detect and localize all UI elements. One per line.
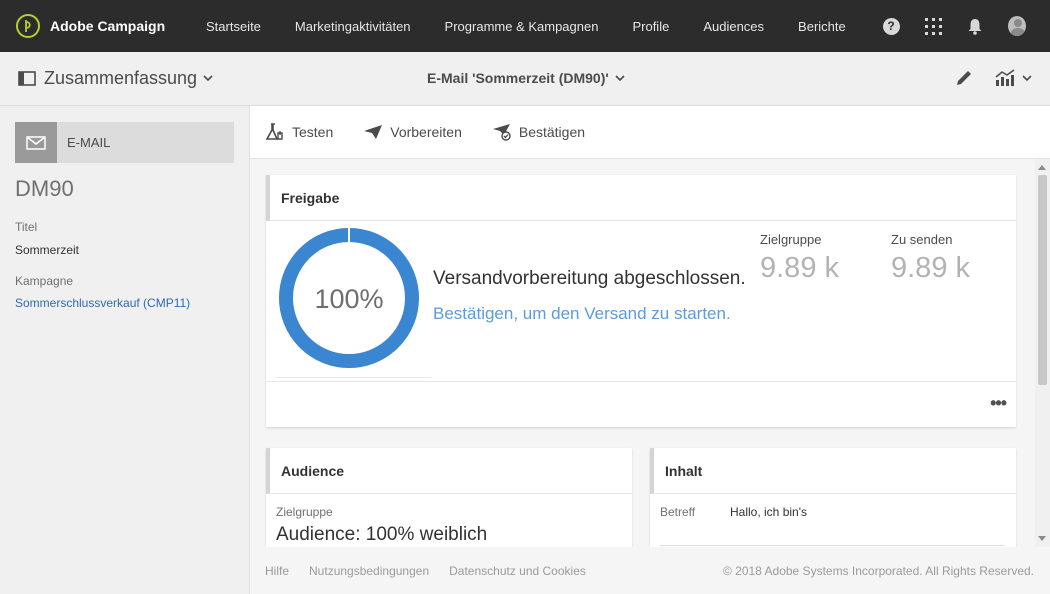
content-card: Inhalt Betreff Hallo, ich bin's — [650, 448, 1016, 547]
test-label: Testen — [292, 124, 334, 140]
send-confirm-icon — [492, 124, 511, 141]
main-menu: Startseite Marketingaktivitäten Programm… — [206, 19, 880, 34]
audience-card: Audience Zielgruppe Audience: 100% weibl… — [266, 448, 632, 547]
content-header: Inhalt — [650, 448, 1016, 494]
footer-terms-link[interactable]: Nutzungsbedingungen — [309, 564, 429, 578]
progress-donut: 100% — [279, 228, 419, 368]
chevron-down-icon — [615, 74, 625, 81]
bell-icon — [968, 18, 982, 35]
envelope-icon — [15, 122, 57, 163]
edit-pencil-icon[interactable] — [954, 68, 974, 88]
channel-label: E-MAIL — [67, 135, 111, 150]
target-label: Zielgruppe — [760, 232, 822, 247]
nav-item-profiles[interactable]: Profile — [632, 19, 669, 34]
scroll-up-arrow-icon[interactable] — [1038, 165, 1046, 170]
copyright-text: © 2018 Adobe Systems Incorporated. All R… — [722, 563, 1034, 578]
summary-label: Zusammenfassung — [44, 68, 198, 88]
nav-item-startseite[interactable]: Startseite — [206, 19, 261, 34]
campaign-label: Kampagne — [15, 274, 74, 288]
grid-icon — [924, 17, 942, 35]
app-logo[interactable]: Adobe Campaign — [16, 14, 206, 38]
nav-item-audiences[interactable]: Audiences — [703, 19, 764, 34]
chevron-down-icon — [1022, 74, 1032, 81]
help-icon: ? — [882, 17, 900, 35]
chevron-down-icon — [203, 75, 213, 82]
subject-label: Betreff — [660, 505, 696, 519]
status-text: Versandvorbereitung abgeschlossen. — [433, 268, 746, 289]
left-summary-panel: E-MAIL DM90 Titel Sommerzeit Kampagne So… — [0, 106, 250, 594]
subject-value: Hallo, ich bin's — [730, 505, 807, 519]
sub-header: Zusammenfassung E-Mail 'Sommerzeit (DM90… — [0, 52, 1050, 106]
user-profile-button[interactable] — [1008, 16, 1026, 36]
progress-percent: 100% — [314, 284, 383, 314]
summary-dropdown[interactable]: Zusammenfassung — [18, 68, 213, 89]
action-toolbar: Testen Vorbereiten Bestätigen — [250, 106, 1050, 159]
channel-badge: E-MAIL — [15, 122, 234, 163]
to-send-value: 9.89 k — [891, 252, 970, 284]
content-divider — [660, 545, 1005, 546]
app-switcher-button[interactable] — [924, 17, 942, 35]
nav-item-marketing-activities[interactable]: Marketingaktivitäten — [295, 19, 411, 34]
footer-help-link[interactable]: Hilfe — [265, 564, 289, 578]
top-navigation: Adobe Campaign Startseite Marketingaktiv… — [0, 0, 1050, 52]
footer-privacy-link[interactable]: Datenschutz und Cookies — [449, 564, 586, 578]
email-title-dropdown[interactable]: E-Mail 'Sommerzeit (DM90)' — [427, 70, 625, 86]
paper-plane-icon — [364, 125, 383, 139]
more-options-icon[interactable]: ••• — [990, 393, 1007, 414]
top-right-icons: ? — [882, 0, 1026, 52]
campaign-link[interactable]: Sommerschlussverkauf (CMP11) — [15, 296, 190, 310]
chart-icon — [995, 69, 1015, 86]
title-label: Titel — [15, 220, 38, 234]
donut-underline — [276, 377, 431, 378]
panel-icon — [18, 71, 36, 86]
card-divider — [266, 381, 1016, 382]
help-button[interactable]: ? — [882, 17, 900, 35]
approval-card: Freigabe 100% Versandvorbereitung abgesc… — [266, 175, 1016, 427]
test-button[interactable]: Testen — [265, 122, 333, 142]
to-send-label: Zu senden — [891, 232, 953, 247]
prepare-button[interactable]: Vorbereiten — [363, 124, 462, 140]
reports-dropdown[interactable] — [994, 69, 1032, 87]
confirm-button[interactable]: Bestätigen — [492, 123, 585, 141]
delivery-code: DM90 — [15, 176, 74, 201]
audience-target-label: Zielgruppe — [276, 505, 333, 519]
target-value: 9.89 k — [760, 252, 839, 284]
app-title: Adobe Campaign — [50, 18, 166, 34]
audience-target-value: Audience: 100% weiblich — [276, 524, 488, 545]
prepare-label: Vorbereiten — [390, 124, 462, 140]
confirm-label: Bestätigen — [518, 124, 586, 140]
avatar — [1008, 16, 1026, 36]
subheader-actions — [954, 68, 1032, 88]
content-scrollbar[interactable] — [1035, 159, 1050, 547]
adobe-campaign-logo-icon — [16, 14, 40, 38]
nav-item-programs-campaigns[interactable]: Programme & Kampagnen — [445, 19, 599, 34]
email-title: E-Mail 'Sommerzeit (DM90)' — [427, 70, 609, 86]
title-value: Sommerzeit — [15, 243, 80, 257]
flask-icon — [265, 123, 283, 140]
content-area: Freigabe 100% Versandvorbereitung abgesc… — [250, 159, 1050, 547]
confirm-send-link[interactable]: Bestätigen, um den Versand zu starten. — [433, 304, 731, 324]
audience-header: Audience — [266, 448, 632, 494]
approval-header: Freigabe — [266, 175, 1016, 221]
notifications-button[interactable] — [966, 17, 984, 35]
footer: Hilfe Nutzungsbedingungen Datenschutz un… — [250, 547, 1050, 594]
nav-item-reports[interactable]: Berichte — [798, 19, 846, 34]
scroll-thumb[interactable] — [1038, 175, 1047, 385]
scroll-down-arrow-icon[interactable] — [1038, 536, 1046, 541]
